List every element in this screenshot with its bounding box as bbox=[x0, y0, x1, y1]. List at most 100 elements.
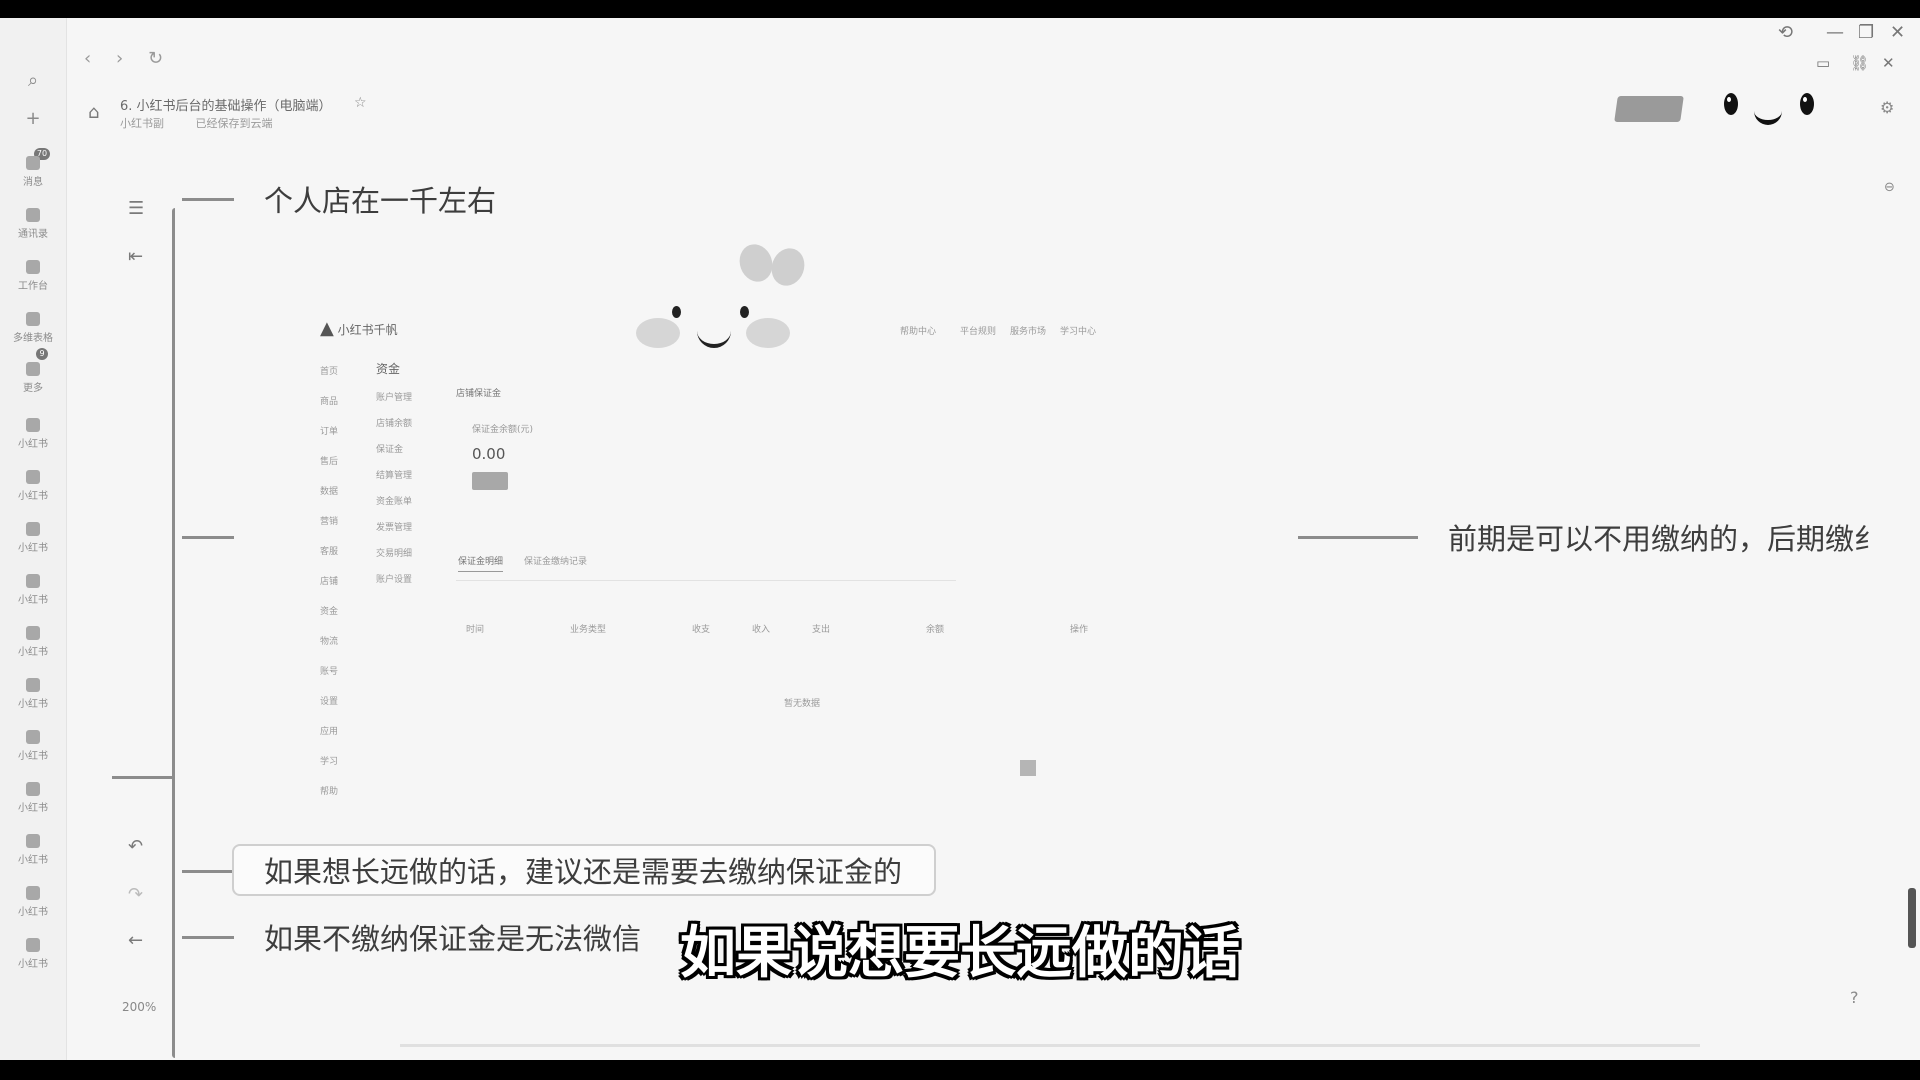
mindmap-node[interactable]: 如果不缴纳保证金是无法微信 bbox=[264, 916, 641, 958]
sidebar-item-label: 小红书 bbox=[18, 647, 48, 658]
sidebar-item-app[interactable]: 小红书 bbox=[6, 626, 60, 658]
maximize-button[interactable]: ❐ bbox=[1858, 22, 1874, 43]
home-icon[interactable]: ⌂ bbox=[88, 102, 99, 123]
panel-icon[interactable]: ⊖ bbox=[1884, 180, 1895, 195]
screen-icon[interactable]: ▭ bbox=[1816, 54, 1830, 72]
embedded-menu-item: 首页 bbox=[320, 367, 339, 377]
sidebar-item-more[interactable]: 更多 bbox=[6, 362, 60, 394]
app-icon bbox=[26, 938, 40, 952]
sidebar-item-app[interactable]: 小红书 bbox=[6, 834, 60, 866]
bow-sticker bbox=[734, 239, 810, 291]
redo-icon[interactable]: ↷ bbox=[128, 884, 143, 905]
minimize-button[interactable]: — bbox=[1826, 22, 1844, 43]
embedded-page-button bbox=[1020, 760, 1036, 776]
embedded-submenu-item: 保证金 bbox=[376, 445, 404, 455]
sidebar-item-app[interactable]: 小红书 bbox=[6, 574, 60, 606]
logo-text: 小红书千帆 bbox=[337, 323, 398, 337]
sidebar-item-label: 小红书 bbox=[18, 855, 48, 866]
settings-icon[interactable]: ⚙ bbox=[1880, 98, 1894, 117]
embedded-tab: 保证金明细 bbox=[458, 554, 504, 572]
embedded-menu-item: 帮助 bbox=[320, 787, 339, 797]
sidebar-item-app[interactable]: 小红书 bbox=[6, 782, 60, 814]
sidebar-item-app[interactable]: 小红书 bbox=[6, 938, 60, 970]
outline-icon[interactable]: ☰ bbox=[128, 198, 144, 219]
app-icon bbox=[26, 886, 40, 900]
embedded-submenu-item: 账户管理 bbox=[376, 393, 413, 403]
app-icon bbox=[26, 626, 40, 640]
sidebar-item-label: 多维表格 bbox=[13, 333, 53, 344]
sidebar-item-label: 小红书 bbox=[18, 907, 48, 918]
embedded-menu-item: 账号 bbox=[320, 667, 339, 677]
sidebar-item-label: 消息 bbox=[23, 177, 43, 188]
sidebar-item-label: 工作台 bbox=[18, 281, 48, 292]
video-subtitle: 如果说想要长远做的话 bbox=[680, 921, 1240, 986]
embedded-submenu-item: 交易明细 bbox=[376, 549, 413, 559]
embedded-submenu-item: 发票管理 bbox=[376, 523, 413, 533]
sidebar-item-app[interactable]: 小红书 bbox=[6, 886, 60, 918]
sidebar-item-label: 小红书 bbox=[18, 959, 48, 970]
embedded-menu-item: 学习 bbox=[320, 757, 339, 767]
connector bbox=[112, 776, 174, 779]
embedded-menu-item: 数据 bbox=[320, 487, 339, 497]
sticker-eye bbox=[740, 306, 749, 318]
embedded-submenu-item: 资金账单 bbox=[376, 497, 413, 507]
sidebar-item-app[interactable]: 小红书 bbox=[6, 522, 60, 554]
folder-breadcrumb[interactable]: 小红书副 bbox=[120, 117, 164, 130]
embedded-tab: 保证金缴纳记录 bbox=[524, 557, 588, 567]
collapse-icon[interactable]: ⇤ bbox=[128, 246, 143, 267]
embedded-submenu-item: 结算管理 bbox=[376, 471, 413, 481]
refresh-button[interactable]: ↻ bbox=[148, 48, 163, 69]
sticker-eye bbox=[1800, 93, 1814, 115]
sidebar-item-messages[interactable]: 消息 bbox=[6, 156, 60, 188]
sidebar-item-label: 通讯录 bbox=[18, 229, 48, 240]
embedded-pay-button bbox=[472, 472, 508, 490]
sidebar-item-app[interactable]: 小红书 bbox=[6, 730, 60, 762]
forward-button[interactable]: › bbox=[116, 48, 123, 69]
embedded-screenshot[interactable]: ▲ 小红书千帆 帮助中心 平台规则 服务市场 学习中心 资金 店铺保证金 保证金… bbox=[320, 298, 1220, 798]
app-icon bbox=[26, 678, 40, 692]
horizontal-scrollbar[interactable] bbox=[400, 1044, 1700, 1047]
divider bbox=[456, 580, 956, 581]
sticker-eye bbox=[1724, 93, 1738, 115]
connector bbox=[182, 198, 234, 201]
sidebar-item-app[interactable]: 小红书 bbox=[6, 678, 60, 710]
history-icon[interactable]: ⟲ bbox=[1778, 22, 1793, 43]
app-icon bbox=[26, 574, 40, 588]
sidebar-item-contacts[interactable]: 通讯录 bbox=[6, 208, 60, 240]
mindmap-node[interactable]: 前期是可以不用缴纳的，后期缴纟 bbox=[1448, 516, 1883, 558]
star-icon[interactable]: ☆ bbox=[354, 95, 367, 111]
embedded-column: 收支 bbox=[692, 625, 711, 635]
zoom-level[interactable]: 200% bbox=[122, 1000, 156, 1014]
more-badge: 9 bbox=[36, 348, 48, 360]
embedded-column: 支出 bbox=[812, 625, 831, 635]
bow-right bbox=[766, 243, 810, 291]
back-arrow-icon[interactable]: ← bbox=[128, 930, 143, 951]
search-icon[interactable]: ⌕ bbox=[21, 70, 45, 91]
sidebar-item-label: 小红书 bbox=[18, 803, 48, 814]
embedded-nav: 服务市场 bbox=[1010, 327, 1047, 337]
help-icon[interactable]: ? bbox=[1850, 988, 1859, 1007]
table-icon bbox=[26, 312, 40, 326]
mindmap-node-selected[interactable]: 如果想长远做的话，建议还是需要去缴纳保证金的 bbox=[232, 844, 937, 896]
close-doc-button[interactable]: ✕ bbox=[1882, 54, 1895, 72]
add-icon[interactable]: + bbox=[21, 108, 45, 129]
back-button[interactable]: ‹ bbox=[84, 48, 91, 69]
sidebar-item-workbench[interactable]: 工作台 bbox=[6, 260, 60, 292]
mindmap-node[interactable]: 个人店在一千左右 bbox=[264, 178, 496, 220]
bow-left bbox=[734, 239, 778, 287]
contacts-icon bbox=[26, 208, 40, 222]
embedded-column: 收入 bbox=[752, 625, 771, 635]
embedded-menu-item: 订单 bbox=[320, 427, 339, 437]
sidebar-item-app[interactable]: 小红书 bbox=[6, 470, 60, 502]
sidebar-item-app[interactable]: 小红书 bbox=[6, 418, 60, 450]
save-status: 已经保存到云端 bbox=[195, 117, 273, 130]
document-title[interactable]: 6. 小红书后台的基础操作（电脑端） bbox=[120, 95, 332, 114]
vertical-scrollbar[interactable] bbox=[1908, 888, 1916, 948]
share-button[interactable] bbox=[1614, 96, 1684, 122]
app-icon bbox=[26, 782, 40, 796]
link-icon[interactable]: ⛓ bbox=[1850, 54, 1869, 72]
undo-icon[interactable]: ↶ bbox=[128, 836, 143, 857]
connector bbox=[1298, 536, 1418, 539]
sidebar-item-sheets[interactable]: 多维表格 bbox=[6, 312, 60, 344]
close-button[interactable]: ✕ bbox=[1890, 22, 1905, 43]
